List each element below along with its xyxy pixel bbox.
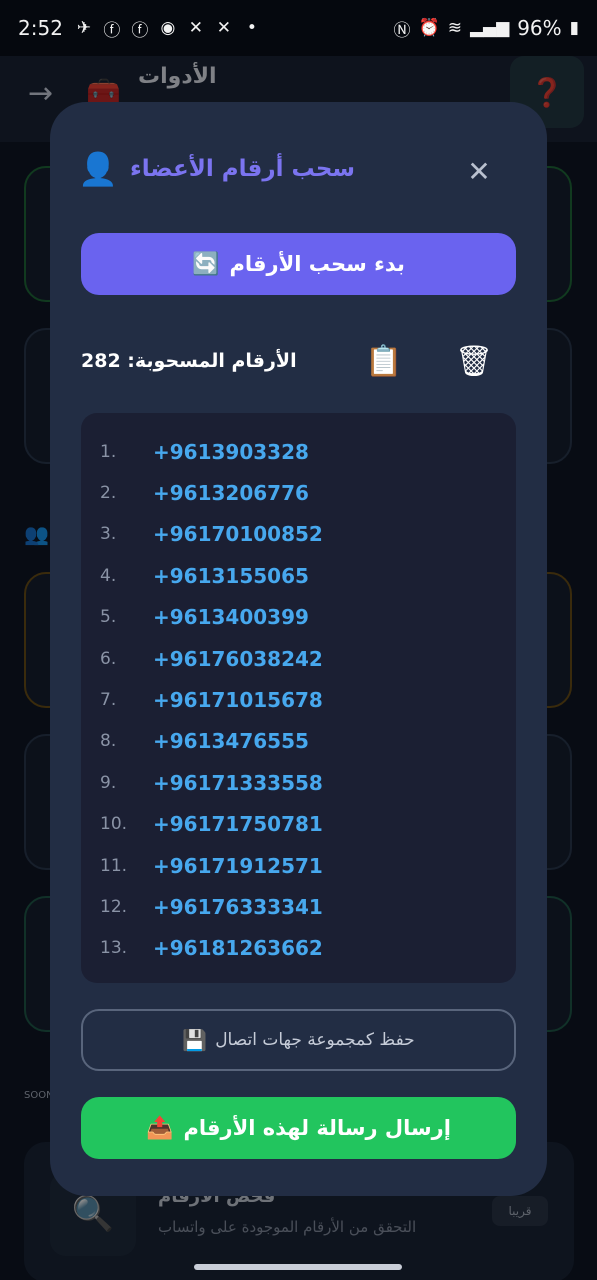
wifi-icon: ≋ (447, 18, 462, 38)
battery-level: 96% (517, 16, 562, 40)
telegram-icon: ✈ (76, 18, 92, 38)
count-row: الأرقام المسحوبة: 282 📋 🗑 (81, 344, 516, 384)
start-extract-button[interactable]: 🔄 بدء سحب الأرقام (81, 233, 516, 295)
send-message-label: إرسال رسالة لهذه الأرقام (183, 1116, 451, 1140)
numbers-list[interactable]: 1. +9613903328 2. +9613206776 3. +961701008… (81, 413, 516, 983)
signal-icon: ▂▄▆ (469, 18, 510, 38)
alarm-icon: ⏰ (418, 18, 440, 38)
refresh-icon: 🔄 (192, 251, 220, 277)
modal-title: سحب أرقام الأعضاء (130, 156, 356, 182)
x-icon: ✕ (216, 18, 232, 38)
user-icon: 👤 (78, 150, 118, 188)
list-item: 2. +9613206776 (100, 481, 309, 506)
list-item: 1. +9613903328 (100, 439, 309, 464)
system-icons: Ⓝ ⏰ ≋ ▂▄▆ 96% ▮ (394, 16, 579, 41)
list-item: 3. +96170100852 (100, 522, 323, 547)
battery-icon: ▮ (569, 18, 579, 38)
count-value: 282 (81, 350, 121, 372)
facebook-icon: ⓕ (103, 20, 121, 41)
list-item: 5. +9613400399 (100, 605, 309, 630)
notification-icons: ✈ ⓕ ⓕ ◉ ✕ ✕ • (73, 17, 263, 41)
home-indicator[interactable] (194, 1264, 402, 1270)
start-extract-label: بدء سحب الأرقام (229, 252, 405, 276)
facebook-icon: ⓕ (131, 20, 149, 41)
list-item: 13. +96181263662 (100, 936, 323, 961)
clipboard-icon[interactable]: 📋 (365, 344, 402, 379)
nfc-icon: Ⓝ (393, 20, 411, 41)
extract-numbers-modal: 👤 سحب أرقام الأعضاء ✕ 🔄 بدء سحب الأرقام … (50, 102, 547, 1196)
list-item: 6. +96176038242 (100, 646, 323, 671)
list-item: 9. +96171333558 (100, 770, 323, 795)
list-item: 12. +96176333341 (100, 894, 323, 919)
list-item: 4. +9613155065 (100, 563, 309, 588)
list-item: 10. +96171750781 (100, 812, 323, 837)
extracted-count: الأرقام المسحوبة: 282 (81, 350, 297, 372)
trash-icon[interactable]: 🗑 (455, 344, 493, 379)
send-message-button[interactable]: 📤 إرسال رسالة لهذه الأرقام (81, 1097, 516, 1159)
list-item: 11. +96171912571 (100, 853, 323, 878)
clock: 2:52 (18, 16, 63, 40)
list-item: 8. +9613476555 (100, 729, 309, 754)
list-item: 7. +96171015678 (100, 688, 323, 713)
count-label: الأرقام المسحوبة: (127, 350, 297, 372)
floppy-disk-icon: 💾 (182, 1028, 208, 1052)
outbox-icon: 📤 (146, 1115, 174, 1141)
save-contacts-label: حفظ كمجموعة جهات اتصال (215, 1030, 415, 1050)
save-contacts-button[interactable]: 💾 حفظ كمجموعة جهات اتصال (81, 1009, 516, 1071)
app-icon: ◉ (160, 18, 176, 38)
status-bar: 2:52 ✈ ⓕ ⓕ ◉ ✕ ✕ • Ⓝ ⏰ ≋ ▂▄▆ 96% ▮ (0, 0, 597, 56)
dot-icon: • (246, 18, 257, 38)
x-icon: ✕ (188, 18, 204, 38)
close-icon[interactable]: ✕ (462, 154, 496, 188)
